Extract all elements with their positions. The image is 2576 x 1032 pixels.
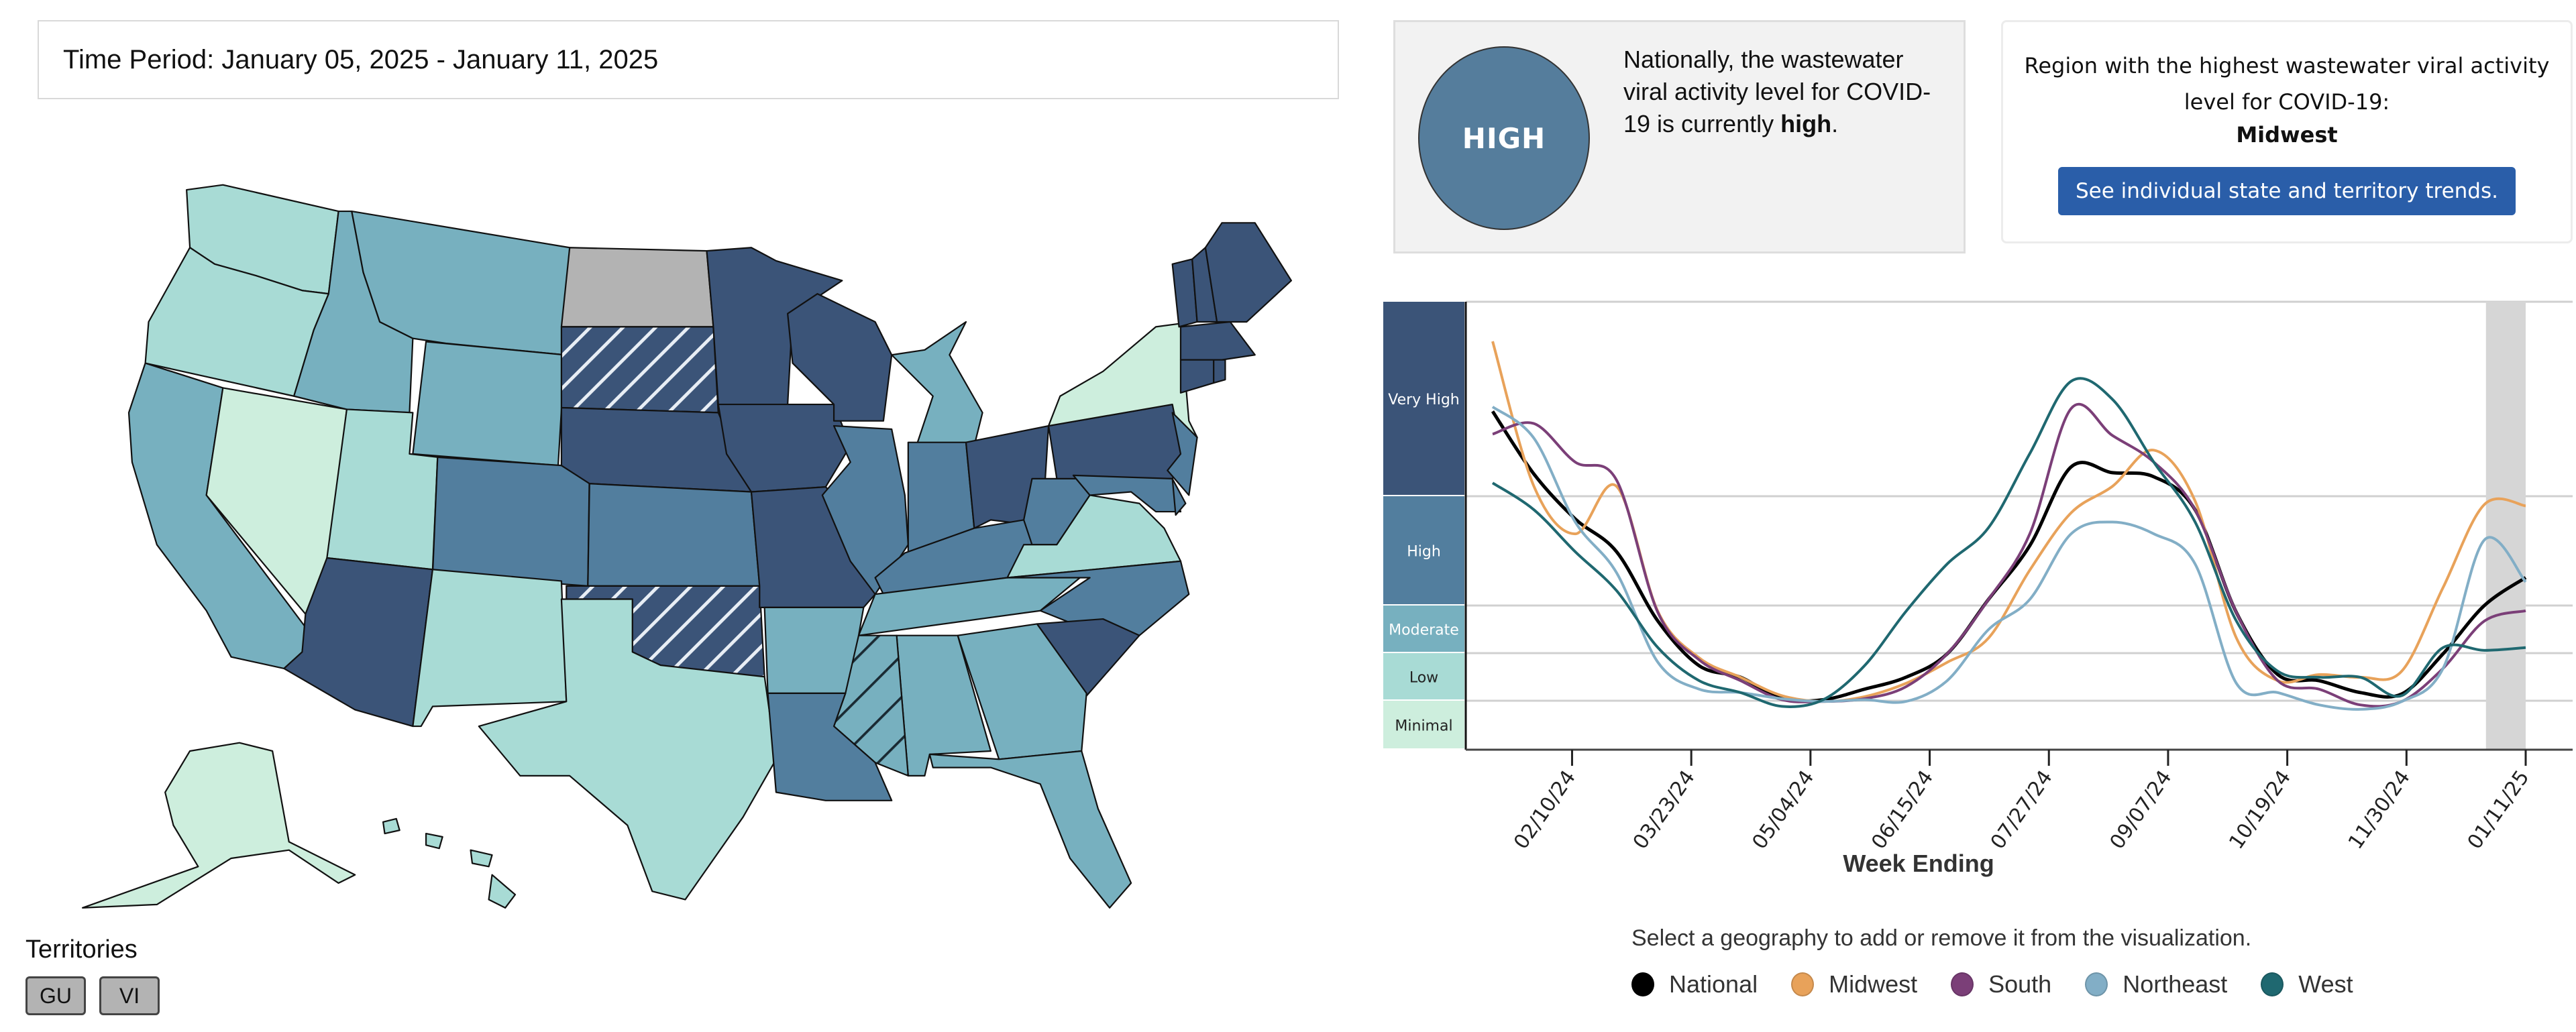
state-hi[interactable] [425, 832, 443, 850]
state-co[interactable] [431, 456, 590, 587]
territories-section: Territories GU VI [25, 935, 173, 1015]
x-tick-label: 07/27/24 [1986, 766, 2057, 854]
legend-items: National Midwest South Northeast West [1631, 970, 2355, 998]
legend-item-west[interactable]: West [2261, 970, 2353, 998]
series-line-south [1492, 402, 2526, 708]
x-tick-label: 06/15/24 [1867, 766, 1938, 854]
national-level-badge-text: HIGH [1462, 121, 1546, 155]
legend-label: South [1988, 970, 2052, 998]
legend-item-northeast[interactable]: Northeast [2085, 970, 2227, 998]
highest-region-card: Region with the highest wastewater viral… [2001, 20, 2573, 243]
state-ma[interactable] [1179, 321, 1256, 361]
current-period-shade [2485, 302, 2526, 750]
legend-item-midwest[interactable]: Midwest [1791, 970, 1917, 998]
legend-dot-icon [1951, 972, 1974, 996]
state-wy[interactable] [412, 341, 566, 467]
state-ar[interactable] [763, 606, 865, 694]
state-hi[interactable] [488, 874, 517, 909]
x-tick-label: 02/10/24 [1509, 766, 1580, 854]
state-wi[interactable] [787, 293, 893, 422]
state-sd[interactable] [560, 326, 719, 414]
level-band-label: Moderate [1389, 622, 1459, 639]
state-fl[interactable] [928, 750, 1132, 909]
series-line-west [1491, 377, 2526, 709]
state-hi[interactable] [470, 849, 493, 868]
state-ks[interactable] [587, 483, 761, 587]
legend-dot-icon [1791, 972, 1815, 996]
level-band-label: Very High [1388, 392, 1460, 408]
legend-label: West [2298, 970, 2353, 998]
legend-item-south[interactable]: South [1951, 970, 2051, 998]
state-mi[interactable] [891, 321, 983, 447]
highest-region-name: Midwest [2236, 122, 2338, 148]
state-me[interactable] [1204, 222, 1293, 323]
series-line-national [1491, 410, 2527, 703]
x-tick-label: 11/30/24 [2344, 766, 2415, 854]
legend-item-national[interactable]: National [1631, 970, 1758, 998]
state-hi[interactable] [382, 817, 400, 835]
highest-region-label: Region with the highest wastewater viral… [2024, 53, 2550, 115]
national-text-level: high [1780, 110, 1832, 137]
state-ak[interactable] [81, 742, 356, 909]
state-trends-button[interactable]: See individual state and territory trend… [2057, 167, 2516, 215]
series-line-midwest [1491, 341, 2526, 703]
national-level-text: Nationally, the wastewater viral activit… [1623, 44, 1939, 140]
trend-line-chart: Minimal Low Moderate High Very High 02/10/24… [1383, 300, 2573, 877]
legend-label: Midwest [1829, 970, 1918, 998]
national-text-suffix: . [1831, 110, 1839, 137]
legend-label: National [1669, 970, 1758, 998]
territory-button-vi[interactable]: VI [99, 976, 160, 1015]
level-band-label: Low [1409, 670, 1438, 687]
state-ct[interactable] [1179, 359, 1215, 394]
legend-dot-icon [1631, 972, 1654, 996]
level-band-label: Minimal [1395, 718, 1452, 735]
chart-legend: Select a geography to add or remove it f… [1617, 912, 2355, 1032]
x-tick-label: 01/11/25 [2463, 766, 2534, 854]
territory-button-gu[interactable]: GU [25, 976, 86, 1015]
level-band-label: High [1407, 544, 1441, 561]
legend-dot-icon [2085, 972, 2108, 996]
national-level-card: HIGH Nationally, the wastewater viral ac… [1393, 20, 1966, 253]
state-nd[interactable] [560, 247, 714, 328]
legend-dot-icon [2261, 972, 2284, 996]
x-tick-label: 03/23/24 [1629, 766, 1700, 854]
national-text-prefix: Nationally, the wastewater viral activit… [1623, 46, 1931, 137]
x-axis-label: Week Ending [1843, 850, 1994, 877]
x-tick-label: 05/04/24 [1748, 766, 1819, 854]
territories-title: Territories [25, 935, 138, 964]
x-tick-label: 09/07/24 [2106, 766, 2177, 854]
us-state-map [81, 184, 1293, 909]
state-nm[interactable] [412, 569, 568, 728]
legend-hint: Select a geography to add or remove it f… [1631, 925, 2252, 951]
series-line-northeast [1491, 406, 2527, 711]
national-level-badge: HIGH [1418, 46, 1590, 230]
x-tick-label: 10/19/24 [2224, 766, 2296, 854]
legend-label: Northeast [2123, 970, 2228, 998]
state-ri[interactable] [1213, 359, 1226, 384]
